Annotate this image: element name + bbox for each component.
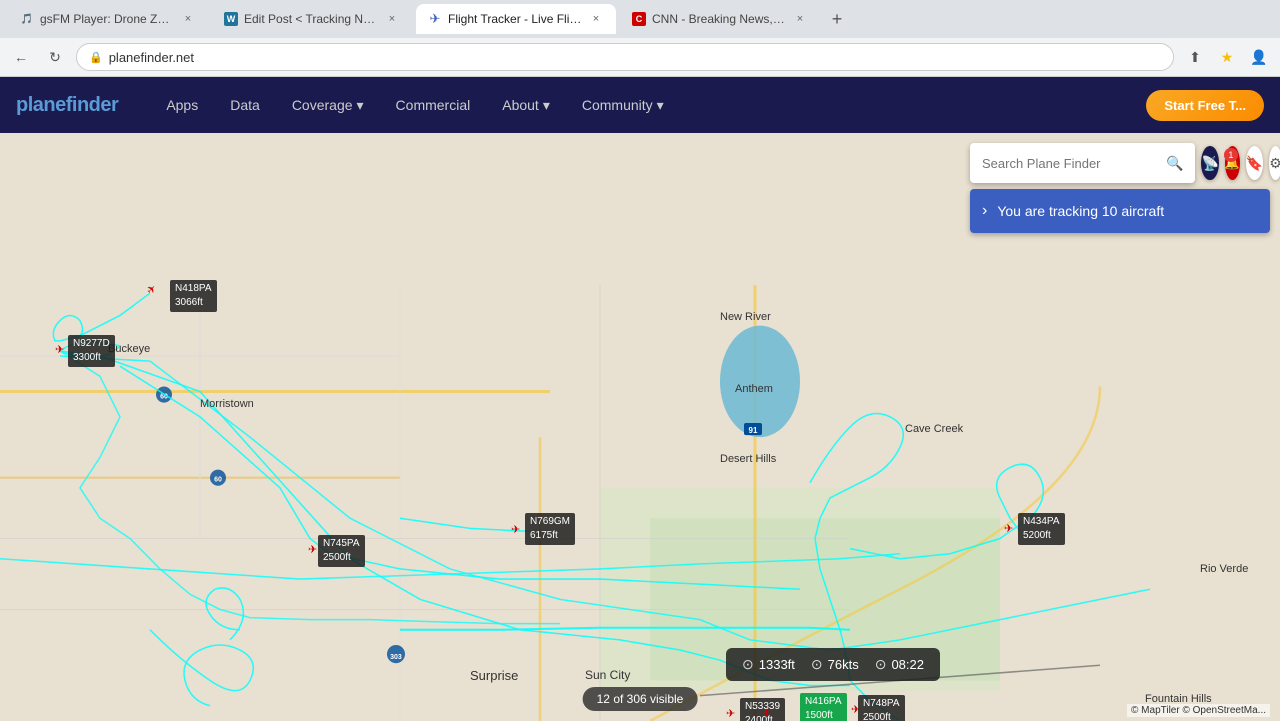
tab-close-gsafm[interactable]: ×: [180, 11, 196, 27]
nav-item-commercial[interactable]: Commercial: [380, 77, 487, 133]
nav-item-coverage[interactable]: Coverage ▾: [276, 77, 380, 133]
tab-title-wordpress: Edit Post < Tracking Nazi...: [244, 12, 378, 26]
about-dropdown-icon: ▾: [543, 97, 550, 114]
tab-title-planefinder: Flight Tracker - Live Flight: [448, 12, 582, 26]
coverage-dropdown-icon: ▾: [357, 97, 364, 114]
back-button[interactable]: ←: [8, 44, 34, 70]
search-input[interactable]: [982, 156, 1158, 171]
altitude-info: ⊙ 1333ft: [742, 656, 795, 673]
nav-logo[interactable]: planefinder: [16, 94, 118, 117]
settings-icon-button[interactable]: ⚙: [1269, 146, 1280, 180]
tab-title-cnn: CNN - Breaking News, Lat...: [652, 12, 786, 26]
search-bar[interactable]: 🔍: [970, 143, 1195, 183]
aircraft-icon-n53339: ✈: [726, 707, 735, 720]
aircraft-icon-n434pa: ✈: [1004, 522, 1013, 535]
alert-badge: 1: [1224, 148, 1238, 162]
tab-wordpress[interactable]: W Edit Post < Tracking Nazi... ×: [212, 4, 412, 34]
gear-icon: ⚙: [1269, 155, 1280, 172]
lock-icon: 🔒: [89, 51, 103, 64]
altitude-value: 1333ft: [759, 657, 795, 672]
tab-close-cnn[interactable]: ×: [792, 11, 808, 27]
tab-bar: 🎵 gsFM Player: Drone Zo... × W Edit Post…: [0, 0, 1280, 38]
logo-prefix: plane: [16, 94, 66, 116]
address-bar: ← ↻ 🔒 planefinder.net ⬆ ★ 👤: [0, 38, 1280, 76]
tracking-bar[interactable]: › You are tracking 10 aircraft: [970, 189, 1270, 233]
time-info: ⊙ 08:22: [875, 656, 924, 673]
url-text: planefinder.net: [109, 50, 1161, 65]
logo-suffix: finder: [66, 94, 119, 116]
alert-icon-button[interactable]: 🔔 1: [1225, 146, 1240, 180]
map-container[interactable]: 91 60 60 303: [0, 133, 1280, 721]
navbar: planefinder Apps Data Coverage ▾ Commerc…: [0, 77, 1280, 133]
map-attribution: © MapTiler © OpenStreetMa...: [1127, 704, 1270, 717]
tab-close-wordpress[interactable]: ×: [384, 11, 400, 27]
tab-favicon-wordpress: W: [224, 12, 238, 26]
share-button[interactable]: ⬆: [1182, 44, 1208, 70]
aircraft-icon-n9277d: ✈: [55, 343, 64, 356]
time-icon: ⊙: [875, 656, 887, 673]
aircraft-icon-n416pa: ✈: [851, 703, 860, 716]
aircraft-icon-n748pa-second: ✈: [762, 707, 771, 720]
tab-favicon-cnn: C: [632, 12, 646, 26]
aircraft-icon-n769gm: ✈: [511, 523, 520, 536]
location-icon-button[interactable]: 📡: [1201, 146, 1218, 180]
nav-item-apps[interactable]: Apps: [150, 77, 214, 133]
profile-button[interactable]: 👤: [1246, 44, 1272, 70]
tracking-arrow-icon: ›: [982, 202, 987, 220]
tab-title-gsafm: gsFM Player: Drone Zo...: [40, 12, 174, 26]
tab-favicon-gsafm: 🎵: [20, 12, 34, 26]
tab-planefinder[interactable]: ✈ Flight Tracker - Live Flight ×: [416, 4, 616, 34]
nav-item-community[interactable]: Community ▾: [566, 77, 680, 133]
bookmark-button[interactable]: ★: [1214, 44, 1240, 70]
refresh-button[interactable]: ↻: [42, 44, 68, 70]
tab-gsafm[interactable]: 🎵 gsFM Player: Drone Zo... ×: [8, 4, 208, 34]
aircraft-icon-n745pa: ✈: [308, 543, 317, 556]
url-box[interactable]: 🔒 planefinder.net: [76, 43, 1174, 71]
speed-value: 76kts: [828, 657, 859, 672]
browser-chrome: 🎵 gsFM Player: Drone Zo... × W Edit Post…: [0, 0, 1280, 77]
bookmark-icon-button[interactable]: 🔖: [1246, 146, 1263, 180]
time-value: 08:22: [891, 657, 924, 672]
bookmark-icon: 🔖: [1246, 155, 1263, 172]
flight-info-panel: ⊙ 1333ft ⊙ 76kts ⊙ 08:22: [726, 648, 940, 681]
location-icon: 📡: [1201, 155, 1218, 172]
app-wrapper: planefinder Apps Data Coverage ▾ Commerc…: [0, 77, 1280, 721]
nav-item-about[interactable]: About ▾: [486, 77, 566, 133]
new-tab-button[interactable]: +: [824, 6, 850, 32]
tab-close-planefinder[interactable]: ×: [588, 11, 604, 27]
speed-icon: ⊙: [811, 656, 823, 673]
tab-cnn[interactable]: C CNN - Breaking News, Lat... ×: [620, 4, 820, 34]
community-dropdown-icon: ▾: [657, 97, 664, 114]
search-panel: 🔍 📡 🔔 1 🔖 ⚙ ⋯ ›: [970, 143, 1270, 233]
toolbar-actions: ⬆ ★ 👤: [1182, 44, 1272, 70]
speed-info: ⊙ 76kts: [811, 656, 859, 673]
tab-favicon-planefinder: ✈: [428, 12, 442, 26]
altitude-icon: ⊙: [742, 656, 754, 673]
nav-item-data[interactable]: Data: [214, 77, 276, 133]
start-free-button[interactable]: Start Free T...: [1146, 90, 1264, 121]
tracking-message: You are tracking 10 aircraft: [997, 203, 1164, 219]
search-icon-button[interactable]: 🔍: [1166, 155, 1183, 172]
visible-count-badge: 12 of 306 visible: [583, 687, 698, 711]
